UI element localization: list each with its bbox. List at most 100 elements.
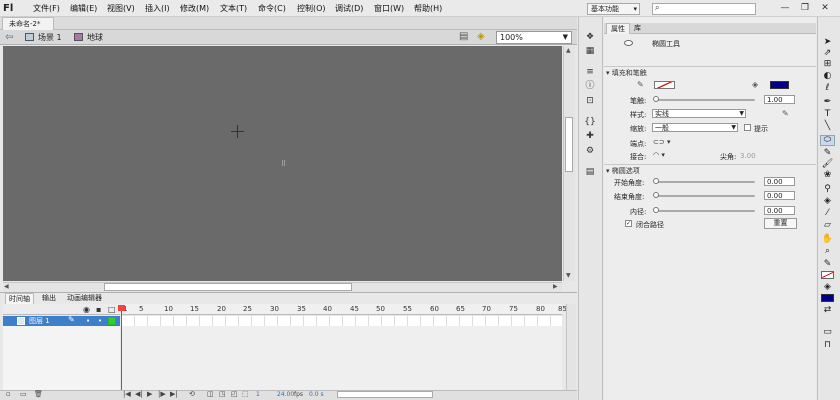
project-icon[interactable]: ▤ — [584, 167, 596, 178]
current-frame[interactable]: 1 — [256, 390, 260, 399]
frames-row[interactable] — [122, 316, 562, 326]
tab-motion-editor[interactable]: 动画编辑器 — [64, 293, 105, 304]
frame-rate[interactable]: 24.00 — [277, 390, 294, 399]
cap-select[interactable]: ⊂⊃ ▾ — [653, 138, 670, 146]
tab-library[interactable]: 库 — [630, 23, 645, 34]
onion-markers-icon[interactable]: ⬚ — [242, 390, 249, 399]
playhead-handle[interactable] — [118, 305, 125, 311]
workspace-switcher[interactable]: 基本功能 ▾ — [587, 3, 640, 15]
frames-area[interactable] — [122, 326, 562, 390]
inner-radius-knob[interactable] — [653, 207, 659, 213]
next-frame-icon[interactable]: |▶ — [158, 390, 166, 399]
scroll-right-icon[interactable]: ▶ — [553, 283, 558, 290]
subselection-tool-icon[interactable]: ⇗ — [821, 48, 834, 59]
stroke-color-swatch[interactable] — [654, 81, 675, 89]
layer-name[interactable]: 图层 1 — [29, 316, 50, 326]
inner-radius-input[interactable]: 0.00 — [764, 206, 795, 215]
pen-tool-icon[interactable]: ✒ — [821, 97, 834, 108]
fill-color-swatch[interactable] — [770, 81, 789, 89]
stroke-style-select[interactable]: 实线 ▼ — [652, 109, 746, 118]
deco-tool-icon[interactable]: ❀ — [821, 170, 834, 181]
menu-view[interactable]: 视图(V) — [107, 0, 135, 17]
new-layer-icon[interactable]: ▫ — [6, 390, 11, 399]
start-angle-input[interactable]: 0.00 — [764, 177, 795, 186]
eye-icon[interactable]: ◉ — [83, 305, 90, 314]
zoom-select[interactable]: 100% ▼ — [496, 31, 572, 44]
scroll-up-icon[interactable]: ▲ — [566, 47, 571, 54]
snap-to-objects-icon[interactable]: ⊓ — [821, 340, 834, 351]
tool-fill-color-swatch[interactable] — [821, 294, 834, 302]
components-icon[interactable]: ✚ — [584, 131, 596, 142]
outline-color-icon[interactable] — [108, 317, 116, 325]
scroll-left-icon[interactable]: ◀ — [4, 283, 9, 290]
edit-multiple-frames-icon[interactable]: ◰ — [231, 390, 238, 399]
transform-icon[interactable]: ⊡ — [584, 96, 596, 107]
stroke-slider-knob[interactable] — [653, 96, 659, 102]
menu-window[interactable]: 窗口(W) — [374, 0, 404, 17]
section-fill-stroke[interactable]: ▾ 填充和笔触 — [606, 68, 647, 78]
lock-dot-icon[interactable]: • — [98, 316, 102, 326]
align-icon[interactable]: ≡ — [584, 67, 596, 78]
start-angle-knob[interactable] — [653, 178, 659, 184]
lasso-tool-icon[interactable]: ℓ — [821, 83, 834, 94]
hand-tool-icon[interactable]: ✋ — [821, 234, 834, 245]
last-frame-icon[interactable]: ▶| — [170, 390, 178, 399]
lock-icon[interactable]: ▪ — [96, 305, 101, 314]
tab-output[interactable]: 输出 — [39, 293, 59, 304]
swap-colors-icon[interactable]: ⇄ — [821, 305, 834, 316]
free-transform-tool-icon[interactable]: ⊞ — [821, 59, 834, 70]
swatches-icon[interactable]: ❖ — [584, 32, 596, 43]
close-button[interactable]: ✕ — [818, 2, 832, 14]
menu-text[interactable]: 文本(T) — [220, 0, 247, 17]
info-icon[interactable]: ⓘ — [584, 81, 596, 92]
close-path-checkbox[interactable]: ✓ — [625, 220, 632, 227]
end-angle-slider[interactable] — [655, 195, 755, 197]
menu-insert[interactable]: 插入(I) — [145, 0, 170, 17]
menu-help[interactable]: 帮助(H) — [414, 0, 442, 17]
scale-select[interactable]: 一般 ▼ — [652, 123, 738, 132]
stage-vertical-scroll-thumb[interactable] — [565, 117, 573, 172]
eyedropper-tool-icon[interactable]: ⁄ — [821, 208, 834, 219]
inner-radius-slider[interactable] — [655, 210, 755, 212]
join-select[interactable]: ◠ ▾ — [653, 151, 665, 159]
stage-horizontal-scroll-thumb[interactable] — [104, 283, 352, 291]
pencil-tool-icon[interactable]: ✎ — [821, 148, 834, 159]
edit-stroke-style-icon[interactable]: ✎ — [782, 109, 789, 118]
text-tool-icon[interactable]: T — [821, 109, 834, 120]
menu-edit[interactable]: 编辑(E) — [70, 0, 97, 17]
first-frame-icon[interactable]: |◀ — [123, 390, 131, 399]
reset-button[interactable]: 重置 — [764, 218, 797, 229]
menu-debug[interactable]: 调试(D) — [335, 0, 363, 17]
tab-timeline[interactable]: 时间轴 — [5, 293, 34, 304]
menu-commands[interactable]: 命令(C) — [258, 0, 286, 17]
menu-control[interactable]: 控制(O) — [297, 0, 326, 17]
start-angle-slider[interactable] — [655, 181, 755, 183]
onion-outline-icon[interactable]: ◳ — [219, 390, 226, 399]
section-ellipse-options[interactable]: ▾ 椭圆选项 — [606, 166, 640, 176]
line-tool-icon[interactable]: ╲ — [821, 121, 834, 132]
scroll-down-icon[interactable]: ▼ — [566, 272, 571, 279]
symbol-breadcrumb[interactable]: 地球 — [87, 30, 103, 45]
menu-file[interactable]: 文件(F) — [33, 0, 60, 17]
loop-icon[interactable]: ⟲ — [189, 390, 195, 399]
selection-tool-icon[interactable]: ➤ — [821, 37, 834, 48]
prev-frame-icon[interactable]: ◀| — [135, 390, 143, 399]
bone-tool-icon[interactable]: ⚲ — [821, 184, 834, 195]
edit-scene-icon[interactable]: ◈ — [477, 31, 485, 42]
motion-presets-icon[interactable]: ⚙ — [584, 146, 596, 157]
3d-rotation-tool-icon[interactable]: ◐ — [821, 71, 834, 82]
edit-symbols-icon[interactable]: ▤ — [459, 31, 468, 42]
help-search-input[interactable]: ⌕ — [652, 3, 756, 15]
back-arrow-icon[interactable]: ⇦ — [5, 30, 13, 45]
tab-properties[interactable]: 属性 — [606, 23, 630, 34]
menu-modify[interactable]: 修改(M) — [180, 0, 209, 17]
playhead[interactable] — [121, 305, 122, 393]
frame-ruler[interactable] — [122, 304, 562, 315]
visibility-dot-icon[interactable]: • — [86, 316, 90, 326]
ellipse-tool-icon[interactable]: ⬭ — [821, 135, 834, 146]
color-icon[interactable]: ▦ — [584, 46, 596, 57]
end-angle-input[interactable]: 0.00 — [764, 191, 795, 200]
delete-layer-icon[interactable]: 🗑 — [34, 390, 43, 399]
stroke-width-input[interactable]: 1.00 — [764, 95, 795, 104]
minimize-button[interactable]: — — [778, 2, 792, 14]
